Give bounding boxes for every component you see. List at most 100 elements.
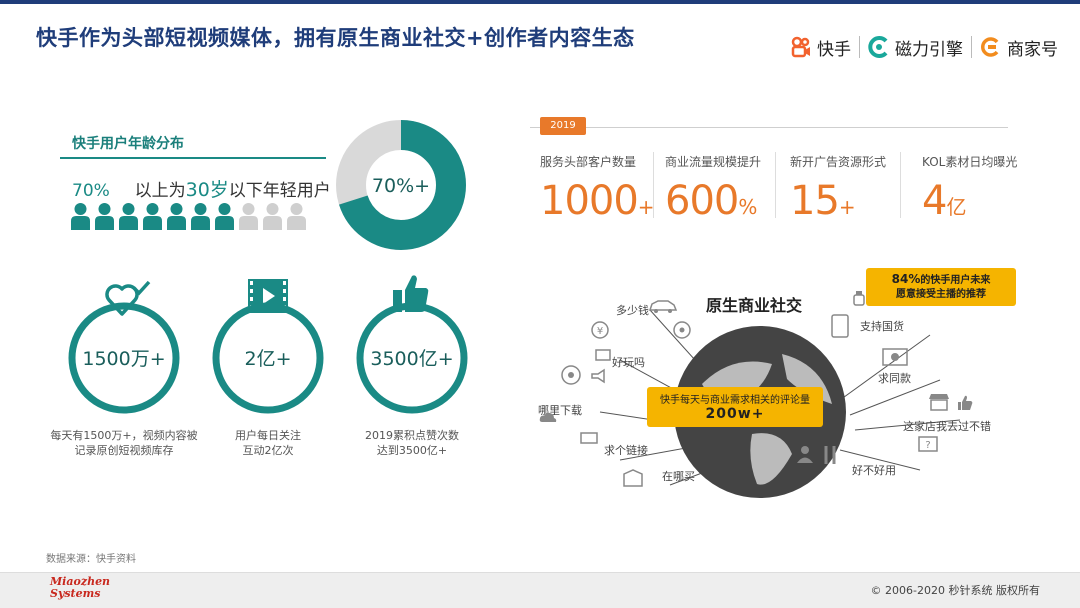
car-icon <box>648 300 678 313</box>
banner-line2: 200w+ <box>705 406 765 422</box>
person-icon <box>95 203 114 230</box>
stat-label: 新开广告资源形式 <box>790 155 887 169</box>
callout-line2: 愿意接受主播的推荐 <box>896 289 986 300</box>
stat-unit: + <box>637 195 655 219</box>
top-accent-bar <box>0 0 1080 4</box>
age-percent: 70% <box>72 181 110 201</box>
cd-icon <box>561 365 581 385</box>
stat-number: 4 <box>922 178 947 224</box>
age-donut-chart: 70%+ <box>336 120 466 250</box>
person-icon <box>167 203 186 230</box>
brand-divider <box>859 36 860 58</box>
merchant-logo-icon <box>981 37 999 57</box>
miaozhen-logo: Miaozhen Systems <box>50 576 110 600</box>
stat-ad-formats: 新开广告资源形式 15+ <box>790 153 905 224</box>
yuan-coin-icon: ¥ <box>591 321 609 339</box>
stat-unit: + <box>838 195 856 219</box>
data-source: 数据来源：快手资料 <box>46 554 136 565</box>
monitor-icon <box>580 432 598 444</box>
svg-text:¥: ¥ <box>597 326 603 337</box>
small-thumbs-up-icon <box>958 395 973 410</box>
ring-value: 1500万+ <box>82 348 165 370</box>
tablet-icon <box>831 314 849 338</box>
age-summary: 70% 以上为30岁以下年轻用户 <box>72 175 331 202</box>
label-fun: 好玩吗 <box>612 356 645 369</box>
wheel-icon <box>673 321 691 339</box>
label-same-item: 求同款 <box>878 372 911 385</box>
cloud-download-icon <box>539 412 557 422</box>
age-text-a: 以上为 <box>134 181 186 201</box>
megaphone-icon <box>591 368 605 384</box>
ring-value: 3500亿+ <box>370 348 453 370</box>
person-icon <box>191 203 210 230</box>
kuaishou-brand: 快手 <box>790 35 851 60</box>
stat-unit: % <box>738 195 757 219</box>
question-bubble-icon: ? <box>918 436 938 452</box>
stat-kol-exposure: KOL素材日均曝光 4亿 <box>922 153 1037 224</box>
age-divider <box>60 157 326 159</box>
stat-ring-2: 2亿+ <box>212 302 324 414</box>
page-title: 快手作为头部短视频媒体，拥有原生商业社交+创作者内容生态 <box>36 26 635 50</box>
banner-line1: 快手每天与商业需求相关的评论量 <box>660 395 810 406</box>
year-tag: 2019 <box>540 117 586 135</box>
svg-text:?: ? <box>925 440 930 451</box>
slide: 快手作为头部短视频媒体，拥有原生商业社交+创作者内容生态 快手 磁力引擎 商家号… <box>0 0 1080 608</box>
stat-label: 服务头部客户数量 <box>540 155 637 169</box>
callout-line1: 的快手用户未来 <box>920 275 991 286</box>
age-distribution-title: 快手用户年龄分布 <box>72 136 184 152</box>
stat-ring-1: 1500万+ <box>68 302 180 414</box>
brand-divider <box>971 36 972 58</box>
tools-icon <box>824 446 836 464</box>
cili-engine-brand: 磁力引擎 <box>868 35 963 60</box>
person-icon <box>287 203 306 230</box>
social-title: 原生商业社交 <box>706 296 803 315</box>
donut-label: 70%+ <box>372 175 430 197</box>
label-price: 多少钱 <box>616 304 649 317</box>
camera-icon <box>882 348 908 366</box>
logo-line2: Systems <box>50 587 101 600</box>
age-text-b: 以下年轻用户 <box>228 181 331 201</box>
year-rule <box>530 127 1008 128</box>
label-domestic: 支持国货 <box>860 320 904 333</box>
store-icon <box>929 394 949 411</box>
brand-name: 磁力引擎 <box>895 39 963 60</box>
bottle-icon <box>853 291 865 306</box>
brand-logos: 快手 磁力引擎 商家号 <box>790 30 1058 64</box>
label-useful: 好不好用 <box>852 464 896 477</box>
brand-name: 商家号 <box>1007 39 1058 60</box>
stat-number: 15 <box>790 178 840 224</box>
person-icon <box>797 446 813 463</box>
stat-label: 商业流量规模提升 <box>665 155 762 169</box>
age-number: 30岁 <box>185 179 229 201</box>
person-icon <box>263 203 282 230</box>
merchant-brand: 商家号 <box>980 35 1058 60</box>
copyright: © 2006-2020 秒针系统 版权所有 <box>870 584 1040 597</box>
stat-value: 15+ <box>790 178 905 224</box>
stat-number: 1000 <box>540 178 639 224</box>
comment-volume-banner: 快手每天与商业需求相关的评论量 200w+ <box>647 387 823 427</box>
label-link: 求个链接 <box>604 444 648 457</box>
person-icon <box>239 203 258 230</box>
stat-divider <box>900 152 901 218</box>
label-store-good: 这家店我去过不错 <box>903 420 991 433</box>
person-icon <box>143 203 162 230</box>
box-icon <box>623 469 643 487</box>
person-icon <box>71 203 90 230</box>
stat-label: KOL素材日均曝光 <box>922 155 1018 169</box>
stat-ring-3: 3500亿+ <box>356 302 468 414</box>
caption-line: 达到3500亿+ <box>376 444 448 457</box>
recommendation-callout: 84%的快手用户未来 愿意接受主播的推荐 <box>866 268 1016 306</box>
stat-clients: 服务头部客户数量 1000+ <box>540 153 655 224</box>
callout-pct: 84% <box>891 272 921 286</box>
stat-traffic: 商业流量规模提升 600% <box>665 153 780 224</box>
caption-line: 2019累积点赞次数 <box>365 429 459 442</box>
person-icon <box>215 203 234 230</box>
stat-value: 600% <box>665 178 780 224</box>
tv-icon <box>595 349 611 361</box>
stat-value: 4亿 <box>922 178 1037 224</box>
label-where-buy: 在哪买 <box>662 470 695 483</box>
stat-number: 600 <box>665 178 739 224</box>
kuaishou-logo-icon <box>791 36 810 58</box>
people-pictogram <box>70 202 307 230</box>
ring-value: 2亿+ <box>244 348 291 370</box>
